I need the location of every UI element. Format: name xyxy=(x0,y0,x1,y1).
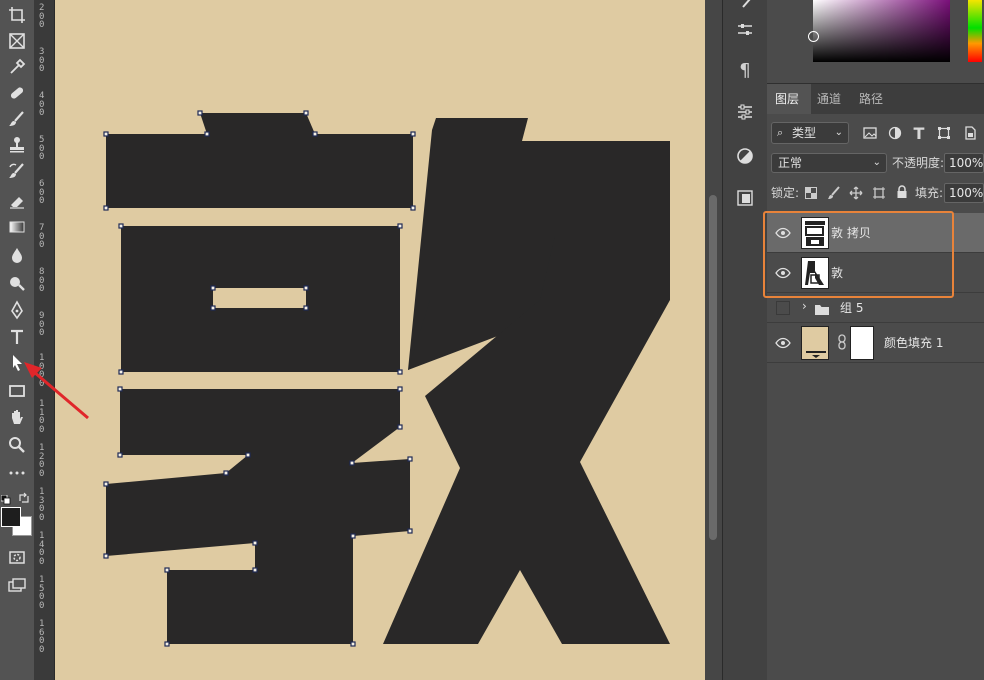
filter-adjustment-icon[interactable] xyxy=(887,125,903,141)
tab-layers[interactable]: 图层 xyxy=(767,84,811,114)
annotation-highlight-box xyxy=(763,211,954,298)
chevron-down-icon: ⌄ xyxy=(834,127,843,138)
eyedropper-icon[interactable] xyxy=(4,54,30,80)
fill-label: 填充: xyxy=(915,186,944,200)
ruler-mark: 9 0 0 xyxy=(39,311,45,339)
type-icon[interactable] xyxy=(4,324,30,350)
search-icon: ⌕ xyxy=(777,126,784,139)
filter-shape-icon[interactable] xyxy=(936,125,952,141)
eraser-icon[interactable] xyxy=(4,188,30,214)
ruler-mark: 1 3 0 0 xyxy=(39,487,45,523)
color-picker-field[interactable] xyxy=(808,0,950,62)
scrollbar-thumb[interactable] xyxy=(709,195,717,540)
ruler-mark: 4 0 0 xyxy=(39,91,45,119)
ruler-mark: 1 2 0 0 xyxy=(39,443,45,479)
ruler-mark: 1 4 0 0 xyxy=(39,531,45,567)
lock-artboard-icon[interactable] xyxy=(871,185,887,201)
ruler-mark: 1 5 0 0 xyxy=(39,575,45,611)
eye-icon[interactable] xyxy=(775,335,791,351)
blur-icon[interactable] xyxy=(4,242,30,268)
adjustments-icon[interactable] xyxy=(731,142,759,170)
blend-mode-label: 正常 xyxy=(778,156,803,170)
link-icon[interactable] xyxy=(837,334,847,354)
brush-icon[interactable] xyxy=(4,106,30,132)
ruler-mark: 2 0 0 xyxy=(39,3,45,31)
document-canvas[interactable] xyxy=(55,0,705,680)
gradient-icon[interactable] xyxy=(4,214,30,240)
chevron-right-icon[interactable]: › xyxy=(802,299,807,313)
zoom-icon[interactable] xyxy=(4,432,30,458)
filter-smart-object-icon[interactable] xyxy=(962,125,978,141)
fill-input[interactable]: 100% xyxy=(944,183,984,203)
ruler-mark: 3 0 0 xyxy=(39,47,45,75)
annotation-arrow xyxy=(24,362,89,420)
screen-mode-icon[interactable] xyxy=(4,572,30,598)
default-colors-icon[interactable] xyxy=(0,490,11,505)
quick-mask-icon[interactable] xyxy=(4,544,30,570)
layer-row-color-fill[interactable]: 颜色填充 1 xyxy=(767,323,984,363)
layer-name[interactable]: 组 5 xyxy=(840,299,863,317)
hue-slider[interactable] xyxy=(968,0,982,62)
layer-mask-thumbnail[interactable] xyxy=(850,326,874,360)
ruler-mark: 1 6 0 0 xyxy=(39,619,45,655)
ruler-mark: 6 0 0 xyxy=(39,179,45,207)
glyph-artwork[interactable] xyxy=(55,0,705,680)
blend-mode-select[interactable]: 正常 ⌄ xyxy=(771,153,887,173)
lock-pixels-icon[interactable] xyxy=(826,185,842,201)
lock-label: 锁定: xyxy=(771,186,800,200)
visibility-toggle-off[interactable] xyxy=(776,301,790,315)
layers-panel-tabs: 图层 通道 路径 xyxy=(767,83,984,114)
frame-icon[interactable] xyxy=(4,28,30,54)
layer-name[interactable]: 颜色填充 1 xyxy=(884,334,943,352)
opacity-input[interactable]: 100% xyxy=(944,153,984,173)
tab-channels[interactable]: 通道 xyxy=(809,84,849,114)
lock-transparent-icon[interactable] xyxy=(803,185,819,201)
dodge-icon[interactable] xyxy=(4,270,30,296)
stamp-icon[interactable] xyxy=(4,132,30,158)
lock-position-icon[interactable] xyxy=(848,185,864,201)
tools-toolbar xyxy=(0,0,35,680)
paragraph-icon[interactable]: ¶ xyxy=(731,56,759,84)
lock-all-icon[interactable] xyxy=(894,184,910,200)
libraries-icon[interactable] xyxy=(731,184,759,212)
chevron-down-icon: ⌄ xyxy=(872,157,881,168)
healing-brush-icon[interactable] xyxy=(4,80,30,106)
ruler-mark: 8 0 0 xyxy=(39,267,45,295)
filter-pixel-icon[interactable] xyxy=(862,125,878,141)
filter-kind-label: 类型 xyxy=(792,126,817,140)
opacity-label: 不透明度: xyxy=(892,156,945,170)
color-picker-cursor[interactable] xyxy=(808,31,819,42)
layer-filter-select[interactable]: 类型 ⌄ ⌕ xyxy=(771,122,849,144)
pen-icon[interactable] xyxy=(4,297,30,323)
adjust-sliders-icon[interactable] xyxy=(731,16,759,44)
folder-icon xyxy=(814,301,830,320)
foreground-color-swatch[interactable] xyxy=(1,507,21,527)
vertical-ruler: 2 0 0 3 0 0 4 0 0 5 0 0 6 0 0 7 0 0 8 0 … xyxy=(35,0,55,680)
tab-paths[interactable]: 路径 xyxy=(851,84,891,114)
fill-thumbnail xyxy=(801,326,829,360)
ruler-mark: 5 0 0 xyxy=(39,135,45,163)
swap-colors-icon[interactable] xyxy=(18,489,30,503)
more-tools-icon[interactable] xyxy=(4,458,30,484)
panel-dock: ¶ xyxy=(722,0,768,680)
filter-type-icon[interactable]: T xyxy=(911,124,927,143)
history-brush-icon[interactable] xyxy=(4,158,30,184)
ruler-mark: 7 0 0 xyxy=(39,223,45,251)
crop-icon[interactable] xyxy=(4,2,30,28)
properties-icon[interactable] xyxy=(731,98,759,126)
